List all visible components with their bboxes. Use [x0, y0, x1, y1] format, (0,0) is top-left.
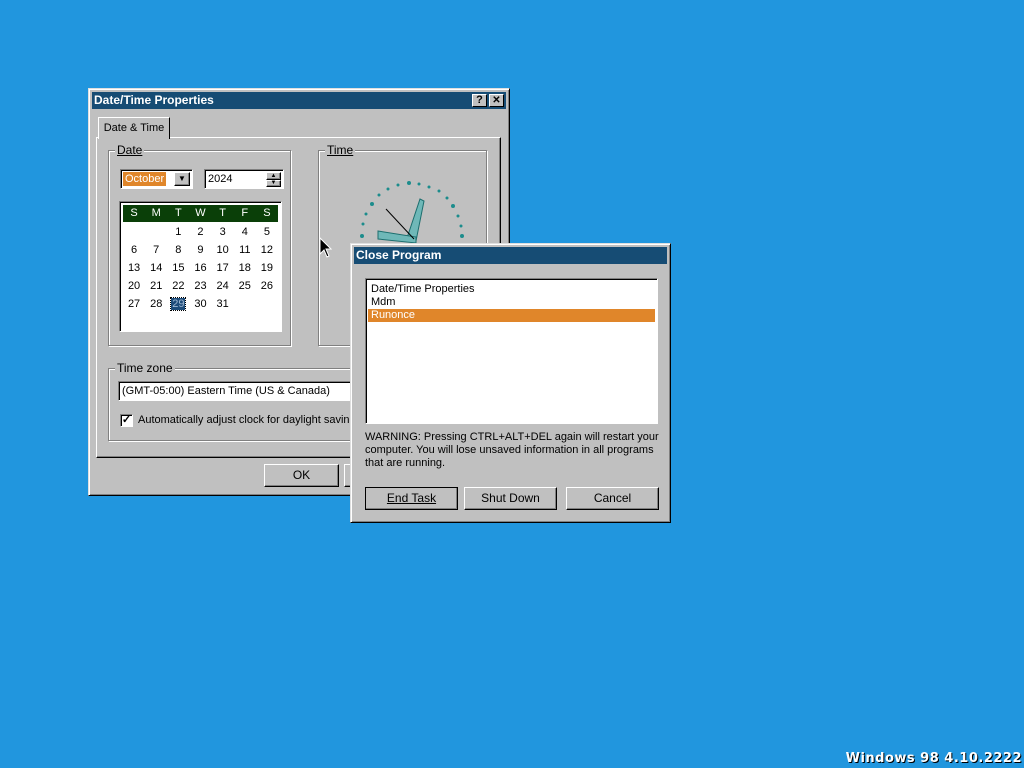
shut-down-label: Shut Down [481, 491, 540, 505]
calendar-day[interactable]: 24 [212, 277, 234, 295]
calendar-day[interactable]: 10 [212, 241, 234, 259]
calendar-week: 20 21 22 23 24 25 26 [123, 277, 278, 295]
calendar-day[interactable]: 22 [167, 277, 189, 295]
timezone-select[interactable]: (GMT-05:00) Eastern Time (US & Canada) [118, 381, 358, 401]
calendar-day[interactable]: 9 [189, 241, 211, 259]
calendar-day[interactable]: 8 [167, 241, 189, 259]
weekday-label: F [241, 207, 249, 219]
tab-date-time-label: Date & Time [103, 122, 165, 134]
calendar-day[interactable]: 6 [123, 241, 145, 259]
calendar-day[interactable]: 23 [189, 277, 211, 295]
calendar-day[interactable]: 4 [234, 223, 256, 241]
calendar-week: 27 28 29 30 31 [123, 295, 278, 313]
shut-down-button[interactable]: Shut Down [464, 487, 557, 510]
calendar-day-selected[interactable]: 29 [167, 295, 189, 313]
task-list-item[interactable]: Mdm [368, 296, 655, 309]
calendar-day[interactable]: 31 [212, 295, 234, 313]
close-program-title: Close Program [356, 248, 442, 262]
weekday-label: S [263, 207, 271, 219]
calendar-day[interactable]: 11 [234, 241, 256, 259]
calendar-week: 13 14 15 16 17 18 19 [123, 259, 278, 277]
time-group-label: Time [325, 143, 356, 157]
calendar-day[interactable]: 12 [256, 241, 278, 259]
calendar-day[interactable]: 15 [167, 259, 189, 277]
calendar-day[interactable]: 20 [123, 277, 145, 295]
task-list[interactable]: Date/Time Properties Mdm Runonce [365, 278, 658, 424]
weekday-label: S [130, 207, 138, 219]
calendar-day[interactable]: 26 [256, 277, 278, 295]
weekday-label: W [195, 207, 206, 219]
spin-down-icon[interactable]: ▼ [266, 180, 281, 187]
calendar-day[interactable]: 27 [123, 295, 145, 313]
calendar-day[interactable]: 7 [145, 241, 167, 259]
calendar-weekday-header: S M T W T F S [123, 205, 278, 222]
close-icon[interactable]: ✕ [489, 94, 504, 107]
dst-checkbox[interactable]: ✓ [120, 414, 133, 427]
close-program-window: Close Program Date/Time Properties Mdm R… [350, 243, 671, 523]
calendar-day[interactable] [123, 223, 145, 241]
weekday-label: T [174, 207, 182, 219]
calendar-day[interactable]: 13 [123, 259, 145, 277]
calendar-day[interactable]: 21 [145, 277, 167, 295]
end-task-label: End Task [386, 491, 437, 505]
help-button[interactable]: ? [472, 94, 487, 107]
spin-up-icon[interactable]: ▲ [266, 172, 281, 180]
timezone-group-label: Time zone [115, 361, 175, 375]
date-group-label: Date [115, 143, 145, 157]
tab-date-time[interactable]: Date & Time [98, 117, 170, 139]
calendar-day[interactable] [234, 295, 256, 313]
cancel-label: Cancel [593, 491, 632, 505]
year-value: 2024 [208, 173, 233, 185]
calendar-day[interactable] [256, 295, 278, 313]
calendar-day[interactable]: 3 [212, 223, 234, 241]
calendar-day[interactable]: 25 [234, 277, 256, 295]
timezone-value: (GMT-05:00) Eastern Time (US & Canada) [122, 385, 330, 397]
chevron-down-icon[interactable]: ▼ [174, 172, 190, 186]
datetime-title-bar[interactable]: Date/Time Properties ? ✕ [92, 92, 506, 109]
task-list-item-selected[interactable]: Runonce [368, 309, 655, 322]
calendar-day[interactable] [145, 223, 167, 241]
weekday-label: M [151, 207, 161, 219]
date-groupbox: Date October ▼ 2024 ▲ ▼ S M T W T F S 1 … [108, 143, 291, 346]
calendar-day[interactable]: 2 [189, 223, 211, 241]
calendar-day[interactable]: 5 [256, 223, 278, 241]
cancel-button[interactable]: Cancel [566, 487, 659, 510]
calendar-week: 6 7 8 9 10 11 12 [123, 241, 278, 259]
calendar-day[interactable]: 30 [189, 295, 211, 313]
ok-button[interactable]: OK [264, 464, 339, 487]
close-program-title-bar[interactable]: Close Program [354, 247, 667, 264]
month-select-value: October [123, 172, 167, 186]
calendar-day[interactable]: 17 [212, 259, 234, 277]
calendar-day[interactable]: 1 [167, 223, 189, 241]
year-spinner[interactable]: 2024 ▲ ▼ [204, 169, 284, 189]
calendar-day[interactable]: 16 [189, 259, 211, 277]
weekday-label: T [219, 207, 226, 219]
datetime-window-title: Date/Time Properties [94, 93, 214, 107]
calendar-week: 1 2 3 4 5 [123, 223, 278, 241]
month-calendar[interactable]: S M T W T F S 1 2 3 4 5 6 7 8 9 10 11 12… [119, 201, 282, 332]
month-select[interactable]: October ▼ [120, 169, 193, 189]
calendar-day[interactable]: 18 [234, 259, 256, 277]
dst-checkbox-label[interactable]: Automatically adjust clock for daylight … [138, 414, 364, 427]
version-watermark: Windows 98 4.10.2222 [845, 751, 1022, 766]
calendar-day[interactable]: 19 [256, 259, 278, 277]
task-list-item[interactable]: Date/Time Properties [368, 283, 655, 296]
warning-text: WARNING: Pressing CTRL+ALT+DEL again wil… [365, 431, 659, 469]
end-task-button[interactable]: End Task [365, 487, 458, 510]
calendar-day[interactable]: 28 [145, 295, 167, 313]
mouse-cursor-icon [319, 237, 333, 258]
calendar-day[interactable]: 14 [145, 259, 167, 277]
